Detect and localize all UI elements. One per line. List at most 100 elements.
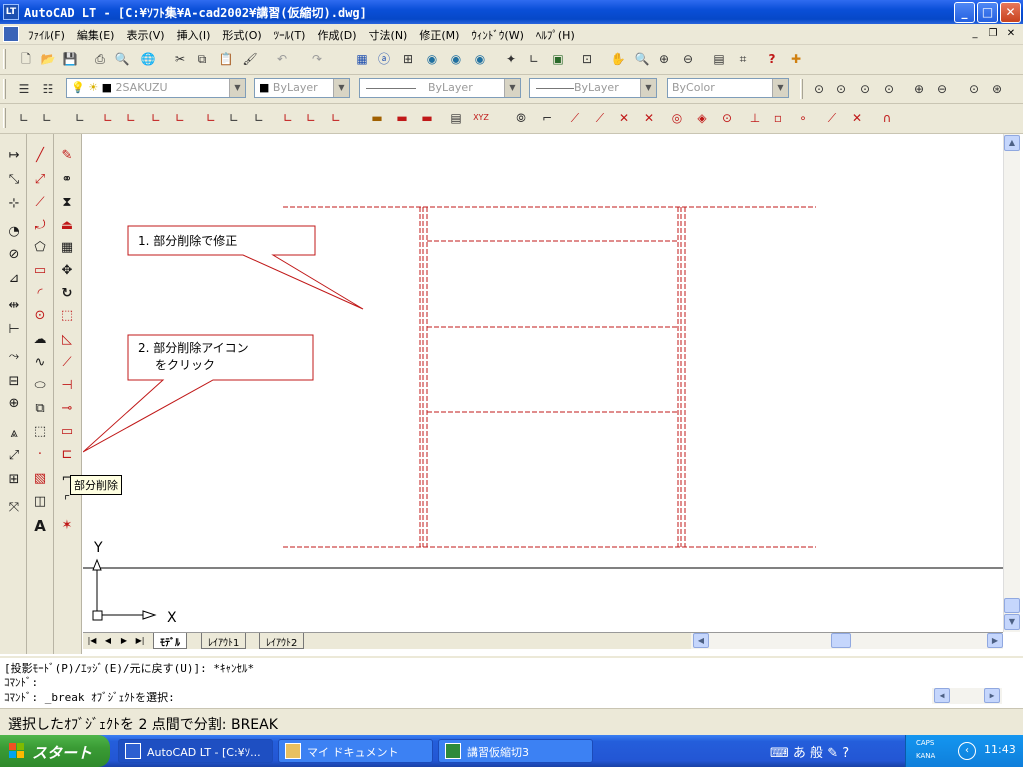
toolbar-grip[interactable]	[3, 108, 6, 128]
layer-walk-icon[interactable]: ▬	[418, 109, 436, 127]
coordinate-icon[interactable]: XYZ	[472, 109, 490, 127]
match-properties-icon[interactable]: 🖌	[241, 50, 259, 68]
document-icon[interactable]	[3, 26, 19, 42]
scroll-right-button[interactable]: ▶	[984, 688, 1000, 703]
region-icon[interactable]: ◫	[30, 492, 50, 512]
ucs-icon[interactable]: ∟	[525, 50, 543, 68]
dim-update-icon[interactable]: ⊞	[4, 470, 24, 490]
dim-baseline-icon[interactable]: ⊢	[4, 320, 24, 340]
ucs-named-icon[interactable]: ∟	[327, 109, 345, 127]
toolbar-grip[interactable]	[3, 79, 6, 99]
paste-icon[interactable]: 📋	[217, 50, 235, 68]
dim-angular-icon[interactable]: ⊿	[4, 269, 24, 289]
named-views-icon[interactable]: ▣	[549, 50, 567, 68]
plotstyle-dropdown[interactable]: ByColor ▼	[667, 78, 789, 98]
task-my-documents[interactable]: マイ ドキュメント	[278, 739, 433, 763]
zoom-scale-icon[interactable]: ⊙	[856, 80, 874, 98]
osnap-settings-icon[interactable]: ∩	[878, 109, 896, 127]
osnap-quadrant-icon[interactable]: ◈	[693, 109, 711, 127]
chevron-down-icon[interactable]: ▼	[504, 79, 520, 97]
calculator-icon[interactable]: ⌗	[734, 50, 752, 68]
zoom-extents-icon[interactable]: ⊛	[988, 80, 1006, 98]
command-prompt[interactable]: ｺﾏﾝﾄﾞ: _break ｵﾌﾞｼﾞｪｸﾄを選択:	[4, 689, 175, 705]
dist-icon[interactable]: ▤	[710, 50, 728, 68]
dim-center-mark-icon[interactable]: ⊕	[4, 394, 24, 414]
drawing-canvas[interactable]: 1. 部分削除で修正 2. 部分削除アイコン をクリック Y X	[83, 134, 1003, 632]
lineweight-dropdown[interactable]: ByLayer ▼	[529, 78, 657, 98]
linetype-dropdown[interactable]: ByLayer ▼	[359, 78, 521, 98]
vertical-scrollbar[interactable]: ▲ ▼	[1003, 134, 1020, 632]
make-block-icon[interactable]: ⬚	[30, 422, 50, 442]
line-icon[interactable]: ╱	[30, 146, 50, 166]
dim-linear-icon[interactable]: ↦	[4, 146, 24, 166]
ucs-view-icon[interactable]: ∟	[122, 109, 140, 127]
dim-edit-icon[interactable]: ⩓	[4, 424, 24, 444]
scroll-left-button[interactable]: ◀	[693, 633, 709, 648]
chevron-down-icon[interactable]: ▼	[229, 79, 245, 97]
copy-object-icon[interactable]: ⚭	[57, 170, 77, 190]
arc-icon[interactable]: ◜	[30, 284, 50, 304]
spline-icon[interactable]: ∿	[30, 353, 50, 373]
menu-edit[interactable]: 編集(E)	[71, 24, 121, 44]
move-icon[interactable]: ✥	[57, 261, 77, 281]
ucs-3point-icon[interactable]: ∟	[202, 109, 220, 127]
point-icon[interactable]: ·	[30, 445, 50, 465]
scroll-left-button[interactable]: ◀	[934, 688, 950, 703]
lengthen-icon[interactable]: ⟋	[57, 353, 77, 373]
properties-icon[interactable]: ⊞	[399, 50, 417, 68]
scroll-up-button[interactable]: ▲	[1004, 135, 1020, 151]
circle-icon[interactable]: ⊙	[30, 306, 50, 326]
print-preview-icon[interactable]: 🔍	[113, 50, 131, 68]
zoom-window-icon[interactable]: ⊙	[810, 80, 828, 98]
ime-tools-icon[interactable]: ✎	[827, 746, 838, 761]
dim-text-edit-icon[interactable]: ⤢	[4, 446, 24, 466]
polygon-icon[interactable]: ⬠	[30, 238, 50, 258]
mdi-close-button[interactable]: ✕	[1004, 27, 1018, 41]
task-excel[interactable]: 講習仮縮切3	[438, 739, 593, 763]
osnap-temp-track-icon[interactable]: ⦾	[512, 109, 530, 127]
horizontal-scrollbar[interactable]: ◀ ▶	[691, 633, 1003, 649]
tab-model[interactable]: ﾓﾃﾞﾙ	[153, 633, 187, 649]
tab-layout1[interactable]: ﾚｲｱｳﾄ1	[201, 633, 247, 649]
dim-tolerance-icon[interactable]: ⊟	[4, 372, 24, 392]
dim-diameter-icon[interactable]: ⊘	[4, 245, 24, 265]
fillet-icon[interactable]: ⌜	[57, 492, 77, 512]
osnap-none-icon[interactable]: ✕	[848, 109, 866, 127]
ucs-object-icon[interactable]: ∟	[71, 109, 89, 127]
ucs-apply-icon[interactable]: ∟	[302, 109, 320, 127]
stretch-icon[interactable]: ◺	[57, 330, 77, 350]
print-icon[interactable]: ⎙	[91, 50, 109, 68]
zoom-previous-icon[interactable]: ⊖	[679, 50, 697, 68]
toolbar-grip[interactable]	[3, 49, 6, 69]
hscroll-thumb[interactable]	[831, 633, 851, 648]
autocad-app-icon[interactable]: LT	[3, 4, 19, 20]
close-button[interactable]: ✕	[1000, 2, 1021, 23]
dbconnect-icon[interactable]: ◉	[423, 50, 441, 68]
dim-radius-icon[interactable]: ◔	[4, 222, 24, 242]
previous-tab-button[interactable]: ◀	[101, 634, 115, 648]
menu-insert[interactable]: 挿入(I)	[171, 24, 217, 44]
osnap-center-icon[interactable]: ◎	[668, 109, 686, 127]
menu-window[interactable]: ｳｨﾝﾄﾞｳ(W)	[465, 24, 529, 44]
menu-dimension[interactable]: 寸法(N)	[363, 24, 414, 44]
color-dropdown[interactable]: ■ ByLayer ▼	[254, 78, 350, 98]
help-icon[interactable]: ?	[763, 50, 781, 68]
command-window[interactable]: [投影ﾓｰﾄﾞ(P)/ｴｯｼﾞ(E)/元に戻す(U)]: *ｷｬﾝｾﾙ* ｺﾏﾝ…	[0, 656, 1023, 706]
osnap-nearest-icon[interactable]: ⟋	[823, 109, 841, 127]
copy-icon[interactable]: ⧉	[193, 50, 211, 68]
ucs-face-icon[interactable]: ∟	[99, 109, 117, 127]
tab-layout2[interactable]: ﾚｲｱｳﾄ2	[259, 633, 305, 649]
array-icon[interactable]: ▦	[57, 238, 77, 258]
double-line-icon[interactable]: ⤾	[30, 216, 50, 236]
scroll-down-button[interactable]: ▼	[1004, 614, 1020, 630]
layer-icon[interactable]: ▬	[368, 109, 386, 127]
menu-tools[interactable]: ﾂｰﾙ(T)	[268, 24, 312, 44]
new-file-icon[interactable]: 🗋	[17, 50, 35, 68]
dim-continue-icon[interactable]: ⤳	[4, 347, 24, 367]
maximize-button[interactable]: □	[977, 2, 998, 23]
text-style-icon[interactable]: ▤	[447, 109, 465, 127]
zoom-window-icon[interactable]: ⊕	[655, 50, 673, 68]
clock[interactable]: 11:43	[984, 743, 1016, 756]
dim-style-icon[interactable]: ⤧	[4, 498, 24, 518]
ime-bar[interactable]: ⌨ あ 般 ✎ ?	[770, 742, 849, 761]
